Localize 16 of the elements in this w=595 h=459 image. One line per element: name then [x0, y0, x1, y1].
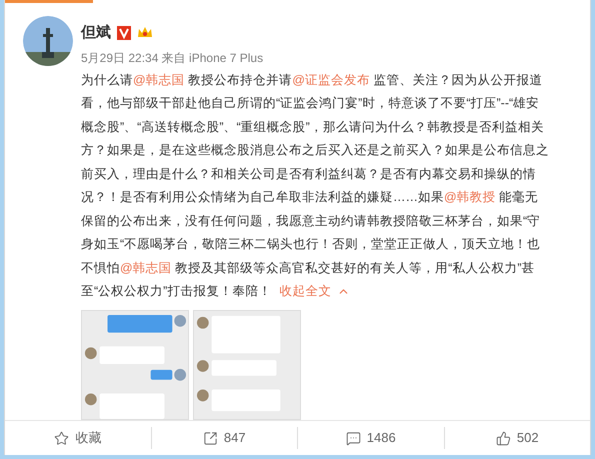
mention-link[interactable]: @韩志国: [120, 260, 172, 274]
post-text: 为什么请@韩志国 教授公布持仓并请@证监会发布 监管、关注？因为从公开报道看，他与部级干部赴他自己所谓的“证监会鸿门宴”时，特意谈了不要“打压”--“雄安概念股”、“高送转概念股”、“重组概念股”，那么请问为什么？韩教授是否利益相关方？如果是，是在这些概念股消息公布之后买入还是之前买入？如果是公布信息之前买入，理由是什么？和相关公司是否有利益纠葛？是否有内幕交易和操纵的情况？！是否有利用公众情绪为自己牟取非法利益的嫌疑……如果@韩教授 能毫无保留的公布出来，没有任何问题，我愿意主动约请韩教授陪敬三杯茅台，如果“守身如玉“不愿喝茅台，敬陪三杯二锅头也行！否则，堂堂正正做人，顶天立地！也不惧怕@韩志国 教授及其部级等众高官私交甚好的有关人等，用“私人公权力”甚至“公权公权力”打击报复！奉陪！ 收起全文: [81, 68, 549, 304]
comment-icon: [346, 430, 361, 446]
collapse-link[interactable]: 收起全文: [279, 280, 350, 304]
mention-link[interactable]: @证监会发布: [292, 72, 370, 86]
action-button[interactable]: 1486: [346, 428, 396, 448]
star-icon: [54, 430, 70, 446]
mention-link[interactable]: @韩志国: [133, 72, 185, 86]
post-meta: 5月29日 22:34 来自 iPhone 7 Plus: [81, 50, 264, 66]
action-button[interactable]: 502: [496, 428, 539, 448]
author-name[interactable]: 但斌: [81, 22, 111, 44]
share-icon: [202, 430, 218, 446]
mention-link[interactable]: @韩教授: [444, 190, 496, 204]
thumbs-up-icon: [496, 430, 511, 446]
action-button[interactable]: 847: [202, 428, 246, 448]
action-button[interactable]: 收藏: [54, 428, 102, 448]
